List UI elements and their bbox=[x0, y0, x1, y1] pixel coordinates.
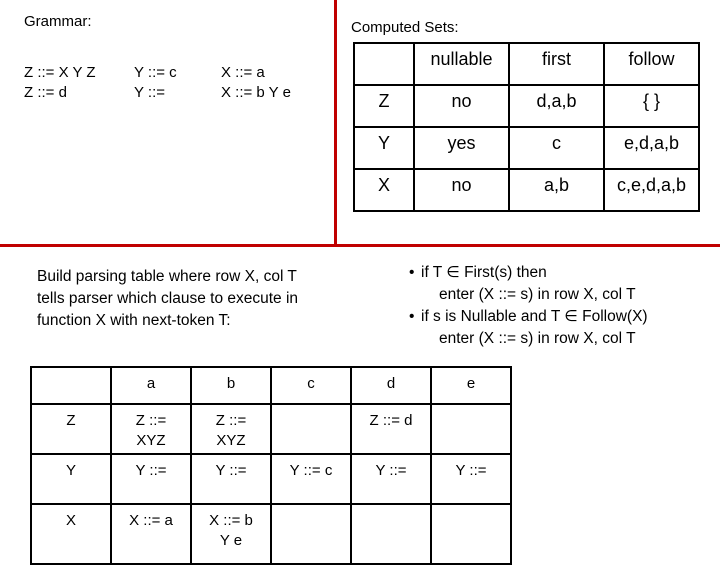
row-label: X bbox=[30, 503, 112, 565]
table-cell: c bbox=[508, 126, 605, 170]
bullet-icon: • bbox=[409, 308, 415, 325]
table-cell: yes bbox=[413, 126, 510, 170]
computed-sets-table: nullable first follow Z no d,a,b { } Y y… bbox=[353, 42, 700, 212]
table-cell: Y ::= bbox=[110, 453, 192, 505]
parsing-table: a b c d e Z Z ::=XYZ Z ::=XYZ Z ::= d Y … bbox=[30, 366, 512, 565]
vertical-divider bbox=[334, 0, 337, 247]
construction-rules: • if T ∈ First(s) then enter (X ::= s) in… bbox=[409, 262, 648, 350]
rule-condition: • if s is Nullable and T ∈ Follow(X) bbox=[409, 306, 648, 328]
rule-condition: • if T ∈ First(s) then bbox=[409, 262, 648, 284]
header-cell: c bbox=[270, 366, 352, 405]
table-cell: a,b bbox=[508, 168, 605, 212]
table-cell: Z ::=XYZ bbox=[190, 403, 272, 455]
table-cell: d,a,b bbox=[508, 84, 605, 128]
row-label: Y bbox=[30, 453, 112, 505]
parsing-table-description: Build parsing table where row X, col T t… bbox=[37, 266, 298, 332]
cell-line: Y ::= bbox=[455, 462, 487, 479]
rule-action: enter (X ::= s) in row X, col T bbox=[439, 286, 636, 303]
table-cell: Y ::= c bbox=[270, 453, 352, 505]
cell-line: Y e bbox=[219, 532, 243, 549]
cell-line: Y ::= bbox=[135, 462, 167, 479]
table-cell: Y ::= bbox=[430, 453, 512, 505]
table-cell bbox=[270, 503, 352, 565]
cell-line: X ::= b bbox=[209, 512, 253, 529]
grammar-rule: Y ::= bbox=[134, 84, 165, 101]
header-cell: first bbox=[508, 42, 605, 86]
table-cell bbox=[350, 503, 432, 565]
table-cell: no bbox=[413, 84, 510, 128]
table-cell bbox=[270, 403, 352, 455]
table-cell: Z ::= d bbox=[350, 403, 432, 455]
table-cell: X ::= a bbox=[110, 503, 192, 565]
table-cell: Z ::=XYZ bbox=[110, 403, 192, 455]
cell-line: XYZ bbox=[136, 432, 166, 449]
table-header-row: nullable first follow bbox=[353, 42, 700, 86]
bullet-icon: • bbox=[409, 264, 415, 281]
cell-line: X ::= a bbox=[129, 512, 173, 529]
table-cell: c,e,d,a,b bbox=[603, 168, 700, 212]
header-cell bbox=[30, 366, 112, 405]
grammar-column-y: Y ::= c Y ::= bbox=[134, 63, 177, 103]
description-line: function X with next-token T: bbox=[37, 312, 231, 329]
cell-line: Z ::= bbox=[135, 412, 167, 429]
grammar-column-z: Z ::= X Y Z Z ::= d bbox=[24, 63, 96, 103]
description-line: Build parsing table where row X, col T bbox=[37, 268, 297, 285]
cell-line: Y ::= c bbox=[289, 462, 333, 479]
table-row: Z no d,a,b { } bbox=[353, 84, 700, 128]
rule-action: enter (X ::= s) in row X, col T bbox=[439, 330, 636, 347]
grammar-rule: Z ::= d bbox=[24, 84, 67, 101]
grammar-rule: X ::= b Y e bbox=[221, 84, 291, 101]
grammar-column-x: X ::= a X ::= b Y e bbox=[221, 63, 291, 103]
table-row: X X ::= a X ::= bY e bbox=[30, 503, 512, 565]
header-cell: a bbox=[110, 366, 192, 405]
table-cell: { } bbox=[603, 84, 700, 128]
cell-line: Z ::= d bbox=[369, 412, 413, 429]
table-cell: no bbox=[413, 168, 510, 212]
header-cell: b bbox=[190, 366, 272, 405]
table-header-row: a b c d e bbox=[30, 366, 512, 405]
cell-line: Y ::= bbox=[375, 462, 407, 479]
row-label: X bbox=[353, 168, 415, 212]
header-cell: e bbox=[430, 366, 512, 405]
grammar-rule: Z ::= X Y Z bbox=[24, 64, 96, 81]
header-cell bbox=[353, 42, 415, 86]
table-row: X no a,b c,e,d,a,b bbox=[353, 168, 700, 212]
table-cell: Y ::= bbox=[190, 453, 272, 505]
grammar-rule: X ::= a bbox=[221, 64, 265, 81]
grammar-rule: Y ::= c bbox=[134, 64, 177, 81]
table-row: Z Z ::=XYZ Z ::=XYZ Z ::= d bbox=[30, 403, 512, 455]
cell-line: Y ::= bbox=[215, 462, 247, 479]
table-row: Y Y ::= Y ::= Y ::= c Y ::= Y ::= bbox=[30, 453, 512, 505]
table-cell bbox=[430, 503, 512, 565]
header-cell: d bbox=[350, 366, 432, 405]
row-label: Z bbox=[353, 84, 415, 128]
table-cell: Y ::= bbox=[350, 453, 432, 505]
header-cell: follow bbox=[603, 42, 700, 86]
horizontal-divider bbox=[0, 244, 720, 247]
table-cell bbox=[430, 403, 512, 455]
description-line: tells parser which clause to execute in bbox=[37, 290, 299, 307]
table-cell: X ::= bY e bbox=[190, 503, 272, 565]
row-label: Y bbox=[353, 126, 415, 170]
computed-sets-label: Computed Sets: bbox=[351, 19, 459, 36]
table-cell: e,d,a,b bbox=[603, 126, 700, 170]
row-label: Z bbox=[30, 403, 112, 455]
cell-line: Z ::= bbox=[215, 412, 247, 429]
table-row: Y yes c e,d,a,b bbox=[353, 126, 700, 170]
grammar-label: Grammar: bbox=[24, 13, 92, 30]
header-cell: nullable bbox=[413, 42, 510, 86]
cell-line: XYZ bbox=[216, 432, 246, 449]
